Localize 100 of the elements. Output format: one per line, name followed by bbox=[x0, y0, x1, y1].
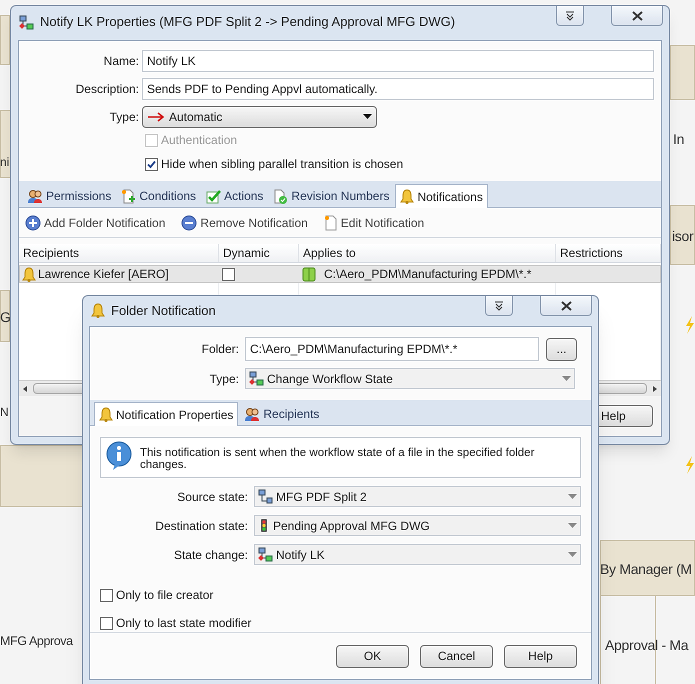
field-label: Name: bbox=[102, 53, 140, 70]
close-icon bbox=[632, 10, 642, 20]
field-label: Type: bbox=[108, 109, 140, 126]
state-box bbox=[670, 45, 695, 100]
bell-icon bbox=[99, 407, 113, 422]
close-button[interactable] bbox=[540, 296, 592, 316]
workflow-icon bbox=[258, 547, 273, 562]
tab-label: Actions bbox=[224, 188, 264, 205]
checkbox-label: Only to file creator bbox=[116, 587, 214, 604]
state-label: N bbox=[0, 404, 9, 421]
document-check-icon bbox=[273, 188, 288, 204]
state-transition-icon bbox=[258, 489, 273, 504]
bell-icon bbox=[22, 266, 36, 282]
state-box bbox=[0, 290, 10, 342]
text-field[interactable]: Sends PDF to Pending Appvl automatically. bbox=[142, 78, 654, 100]
collapse-icon bbox=[565, 10, 575, 20]
text-field[interactable]: Notify LK bbox=[142, 50, 654, 72]
browse-button[interactable]: ... bbox=[546, 338, 577, 360]
ok-button[interactable]: OK bbox=[336, 644, 409, 668]
type-dropdown[interactable]: Automatic bbox=[142, 106, 377, 128]
caret-icon bbox=[363, 114, 372, 120]
tab[interactable]: Revision Numbers bbox=[269, 185, 394, 207]
state-box bbox=[0, 15, 10, 65]
tab-label: Conditions bbox=[139, 188, 196, 205]
field-label: Description: bbox=[74, 81, 140, 98]
traffic-light-icon bbox=[258, 518, 270, 533]
collapse-button[interactable] bbox=[485, 296, 513, 316]
tab-label: Permissions bbox=[46, 188, 112, 205]
checkbox[interactable] bbox=[100, 588, 113, 602]
help-button[interactable]: Help bbox=[504, 644, 577, 668]
field-label: State change: bbox=[172, 546, 249, 564]
document-icon bbox=[324, 214, 338, 230]
checkbox-label: Authentication bbox=[161, 132, 238, 149]
remove-icon bbox=[181, 214, 198, 230]
table-cell-text: Lawrence Kiefer [AERO] bbox=[38, 266, 169, 283]
window-title: Notify LK Properties (MFG PDF Split 2 -> Pending Approval MFG DWG) bbox=[40, 13, 456, 32]
state-label: In bbox=[673, 130, 684, 149]
caret-icon bbox=[568, 522, 577, 528]
state-label: ni bbox=[0, 154, 10, 171]
toolbar-button[interactable]: Edit Notification bbox=[324, 214, 424, 232]
workflow-icon bbox=[249, 371, 264, 386]
tab-label: Recipients bbox=[263, 406, 320, 423]
close-icon bbox=[560, 300, 572, 310]
tab[interactable]: Recipients bbox=[240, 403, 324, 425]
people-icon bbox=[27, 188, 43, 204]
checkbox[interactable] bbox=[100, 616, 113, 630]
checklist-icon bbox=[206, 188, 222, 204]
checkbox-label: Only to last state modifier bbox=[116, 615, 252, 632]
info-icon bbox=[106, 441, 132, 471]
document-plus-icon bbox=[121, 188, 136, 204]
lightning-icon bbox=[685, 316, 695, 334]
field-label: Folder: bbox=[200, 341, 240, 358]
collapse-button[interactable] bbox=[556, 6, 584, 26]
bell-icon bbox=[91, 303, 105, 318]
toolbar-button[interactable]: Remove Notification bbox=[181, 214, 308, 232]
state-label: Approval - Ma bbox=[605, 636, 688, 655]
tab[interactable]: Notification Properties bbox=[94, 402, 238, 426]
lightning-icon bbox=[685, 456, 695, 474]
cancel-button[interactable]: Cancel bbox=[420, 644, 493, 668]
add-icon bbox=[25, 214, 41, 230]
tab[interactable]: Actions bbox=[202, 185, 268, 207]
collapse-icon bbox=[494, 300, 504, 310]
state-dropdown[interactable]: MFG PDF Split 2 bbox=[254, 486, 581, 507]
checkbox[interactable] bbox=[222, 268, 235, 280]
table-cell-text: C:\Aero_PDM\Manufacturing EPDM\*.* bbox=[324, 266, 532, 283]
folder-field[interactable]: C:\Aero_PDM\Manufacturing EPDM\*.* bbox=[245, 337, 539, 361]
tab-label: Notifications bbox=[417, 188, 483, 206]
toolbar-button[interactable]: Add Folder Notification bbox=[25, 214, 166, 232]
close-button[interactable] bbox=[611, 6, 663, 26]
column-header[interactable]: Dynamic bbox=[219, 244, 299, 262]
state-label: isor bbox=[672, 227, 694, 246]
type-dropdown[interactable]: Change Workflow State bbox=[245, 368, 575, 389]
column-header[interactable]: Restrictions bbox=[556, 244, 661, 262]
tab-label: Notification Properties bbox=[116, 406, 234, 424]
tab-label: Revision Numbers bbox=[291, 188, 390, 205]
tab[interactable]: Permissions bbox=[23, 185, 116, 207]
state-dropdown[interactable]: Pending Approval MFG DWG bbox=[254, 515, 581, 536]
info-text: This notification is sent when the workflow state of a file in the specified folder changes. bbox=[140, 446, 536, 471]
state-label: By Manager (M bbox=[600, 560, 692, 579]
workflow-icon bbox=[19, 14, 34, 30]
book-icon bbox=[302, 266, 316, 282]
dialog-title: Folder Notification bbox=[111, 302, 216, 320]
column-header[interactable]: Applies to bbox=[299, 244, 556, 262]
caret-icon bbox=[568, 494, 577, 500]
tab[interactable]: Notifications bbox=[395, 184, 488, 208]
state-dropdown[interactable]: Notify LK bbox=[254, 544, 581, 565]
tab[interactable]: Conditions bbox=[117, 185, 200, 207]
caret-icon bbox=[568, 552, 577, 558]
checkbox-label: Hide when sibling parallel transition is chosen bbox=[161, 156, 404, 173]
table-row[interactable]: Lawrence Kiefer [AERO] C:\Aero_PDM\Manufacturing EPDM\*.* bbox=[19, 265, 661, 283]
state-label: G bbox=[0, 308, 11, 327]
field-label: Source state: bbox=[176, 488, 249, 506]
people-icon bbox=[244, 406, 260, 422]
column-header[interactable]: Recipients bbox=[19, 244, 219, 262]
bell-icon bbox=[400, 189, 414, 204]
checkbox[interactable] bbox=[145, 158, 158, 170]
field-label: Destination state: bbox=[154, 518, 249, 534]
state-label: MFG Approva bbox=[0, 633, 73, 650]
arrow-icon bbox=[147, 112, 165, 122]
state-box bbox=[670, 205, 695, 265]
